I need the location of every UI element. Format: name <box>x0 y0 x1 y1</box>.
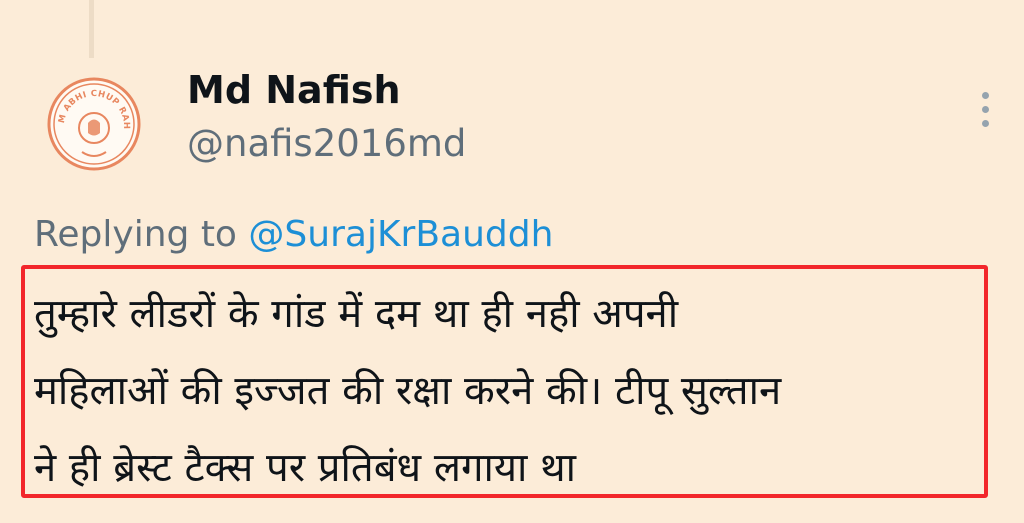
avatar[interactable]: TUM ABHI CHUP RAHO <box>42 69 142 172</box>
more-dots-icon-mid <box>982 106 989 113</box>
more-options-button[interactable] <box>974 90 998 130</box>
tweet-text-line: ने ही ब्रेस्ट टैक्स पर प्रतिबंध लगाया था <box>34 445 577 491</box>
display-name[interactable]: Md Nafish <box>187 68 401 112</box>
replying-to-label: Replying to <box>34 214 237 255</box>
tweet-text: तुम्हारे लीडरों के गांड में दम था ही नही… <box>34 276 984 507</box>
more-dots-icon <box>982 92 989 99</box>
avatar-logo-icon: TUM ABHI CHUP RAHO <box>42 69 141 171</box>
tweet-text-line: तुम्हारे लीडरों के गांड में दम था ही नही… <box>34 291 679 337</box>
thread-connector-line <box>89 0 94 58</box>
user-handle[interactable]: @nafis2016md <box>187 122 466 165</box>
replying-to-mention-link[interactable]: @SurajKrBauddh <box>248 214 553 255</box>
tweet-text-line: महिलाओं की इज्जत की रक्षा करने की। टीपू … <box>34 368 782 414</box>
more-dots-icon-bottom <box>982 120 989 127</box>
replying-to-line: Replying to @SurajKrBauddh <box>34 214 553 255</box>
